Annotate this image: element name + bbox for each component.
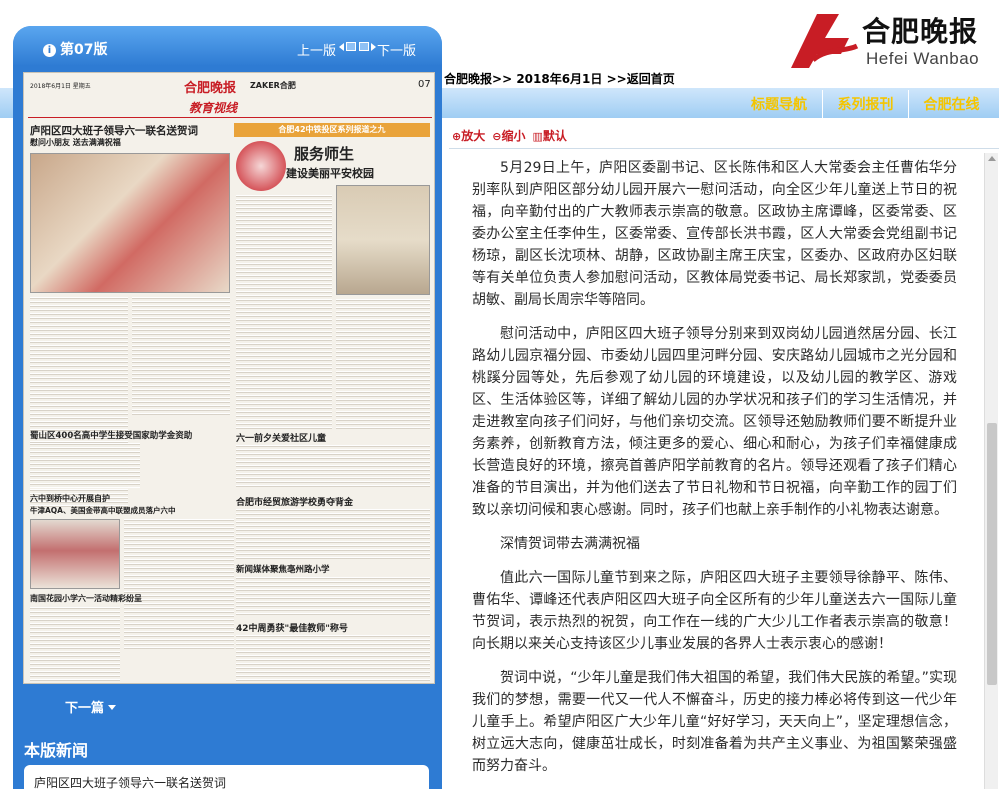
paper-headline: 蜀山区400名高中学生接受国家助学金资助: [30, 431, 193, 441]
section-title: 本版新闻: [24, 741, 89, 760]
newspaper-page-image[interactable]: 2018年6月1日 星期五 合肥晚报 ZAKER合肥 07 教育视线 庐阳区四大…: [23, 72, 435, 684]
breadcrumb-separator: >>: [492, 72, 513, 86]
article-subheading: 深情贺词带去满满祝福: [500, 536, 640, 552]
nav-hefei-online[interactable]: 合肥在线: [908, 90, 994, 118]
default-size-icon: ▥: [532, 130, 543, 143]
news-list-item[interactable]: 庐阳区四大班子领导六一联名送贺词: [34, 774, 226, 791]
prev-page-link[interactable]: 上一版: [297, 40, 336, 59]
breadcrumb-home[interactable]: 合肥晚报: [444, 72, 492, 86]
page-box-icon[interactable]: [346, 42, 356, 51]
scroll-up-icon[interactable]: [988, 156, 996, 161]
news-list: 庐阳区四大班子领导六一联名送贺词: [24, 765, 429, 795]
zoom-in-icon: ⊕: [452, 130, 462, 143]
paper-photo: [336, 185, 430, 295]
paper-headline: 庐阳区四大班子领导六一联名送贺词: [30, 125, 198, 137]
edition-label[interactable]: i 第07版: [43, 39, 107, 59]
paper-text-column: [30, 443, 140, 488]
zoom-out-label: 缩小: [501, 129, 526, 143]
info-icon: i: [43, 44, 56, 57]
nav-title-navigation[interactable]: 标题导航: [736, 90, 822, 118]
article-body: 5月29日上午，庐阳区委副书记、区长陈伟和区人大常委会主任曹佑华分别率队到庐阳区…: [472, 157, 957, 789]
top-navigation: 标题导航 系列报刊 合肥在线: [736, 90, 994, 118]
paper-masthead: 合肥晚报: [184, 81, 237, 96]
paper-text-column: [236, 577, 430, 617]
paper-headline: 六一前夕关爱社区儿童: [236, 434, 327, 444]
article-scrollbar[interactable]: [984, 153, 998, 789]
zoom-toolbar: ⊕放大 ⊖缩小 ▥默认: [452, 127, 567, 144]
back-home-link[interactable]: 返回首页: [627, 72, 675, 86]
breadcrumb: 合肥晚报>> 2018年6月1日 >>返回首页: [444, 70, 675, 87]
paper-text-column: [336, 299, 430, 429]
paper-headline: 服务师生: [294, 145, 355, 163]
paper-text-column: [132, 297, 230, 417]
article-paragraph: 值此六一国际儿童节到来之际，庐阳区四大班子主要领导徐静平、陈伟、曹佑华、谭峰还代…: [472, 570, 957, 652]
logo-mark: [791, 14, 849, 68]
paper-text-column: [124, 519, 234, 649]
logo-chinese: 合肥晚报: [862, 15, 979, 48]
page-nav-arrows[interactable]: [339, 42, 376, 51]
page-box-icon[interactable]: [359, 42, 369, 51]
paper-headline: 建设美丽平安校园: [286, 167, 374, 180]
paper-school-emblem: [236, 141, 286, 191]
edition-number: 第07版: [60, 42, 108, 58]
zoom-in-label: 放大: [461, 129, 486, 143]
paper-zaker: ZAKER合肥: [250, 81, 296, 90]
logo-english: Hefei Wanbao: [866, 49, 980, 68]
zoom-in-button[interactable]: ⊕放大: [452, 127, 485, 144]
article-paragraph: 贺词中说，“少年儿童是我们伟大祖国的希望，我们伟大民族的希望。”实现我们的梦想，…: [472, 670, 957, 774]
default-size-button[interactable]: ▥默认: [532, 127, 566, 144]
paper-photo: [30, 519, 120, 589]
paper-page-number: 07: [418, 79, 431, 90]
paper-headline: 牛津AQA、美国金带高中联盟成员落户六中: [30, 506, 176, 515]
article-paragraph: 慰问活动中，庐阳区四大班子领导分别来到双岗幼儿园逍然居分园、长江路幼儿园京福分园…: [472, 326, 957, 518]
paper-subhead: 慰问小朋友 送去满满祝福: [30, 138, 121, 147]
paper-text-column: [236, 445, 430, 489]
next-article-link[interactable]: 下一篇: [65, 697, 117, 716]
article-container: 5月29日上午，庐阳区委副书记、区长陈伟和区人大常委会主任曹佑华分别率队到庐阳区…: [449, 148, 999, 789]
paper-text-column: [236, 635, 430, 681]
article-paragraph: 5月29日上午，庐阳区委副书记、区长陈伟和区人大常委会主任曹佑华分别率队到庐阳区…: [472, 160, 957, 308]
left-arrow-icon[interactable]: [339, 42, 344, 51]
scrollbar-thumb[interactable]: [987, 423, 997, 685]
chevron-down-icon: [108, 705, 117, 710]
paper-text-column: [30, 607, 120, 681]
paper-date: 2018年6月1日 星期五: [30, 83, 91, 90]
paper-photo: [30, 153, 230, 293]
default-size-label: 默认: [542, 129, 567, 143]
paper-text-column: [236, 509, 430, 559]
zoom-out-button[interactable]: ⊖缩小: [492, 127, 525, 144]
paper-headline: 六中到桥中心开展自护: [30, 494, 110, 503]
right-arrow-icon[interactable]: [371, 42, 376, 51]
paper-headline: 合肥市经贸旅游学校勇夺背金: [236, 498, 354, 508]
paper-headline: 新闻媒体聚焦亳州路小学: [236, 565, 330, 575]
paper-rule: [28, 117, 432, 118]
paper-headline: 42中周勇获"最佳教师"称号: [236, 624, 348, 634]
nav-series-newspapers[interactable]: 系列报刊: [822, 90, 908, 118]
next-article-label: 下一篇: [65, 701, 105, 716]
paper-headline: 南国花园小学六一活动精彩纷呈: [30, 594, 142, 603]
paper-banner: 合肥42中铁投区系列报道之九: [234, 123, 430, 137]
breadcrumb-separator: >>: [606, 72, 627, 86]
paper-section: 教育视线: [189, 101, 238, 115]
paper-text-column: [236, 195, 332, 431]
next-page-link[interactable]: 下一版: [377, 40, 416, 59]
breadcrumb-date[interactable]: 2018年6月1日: [516, 72, 602, 86]
